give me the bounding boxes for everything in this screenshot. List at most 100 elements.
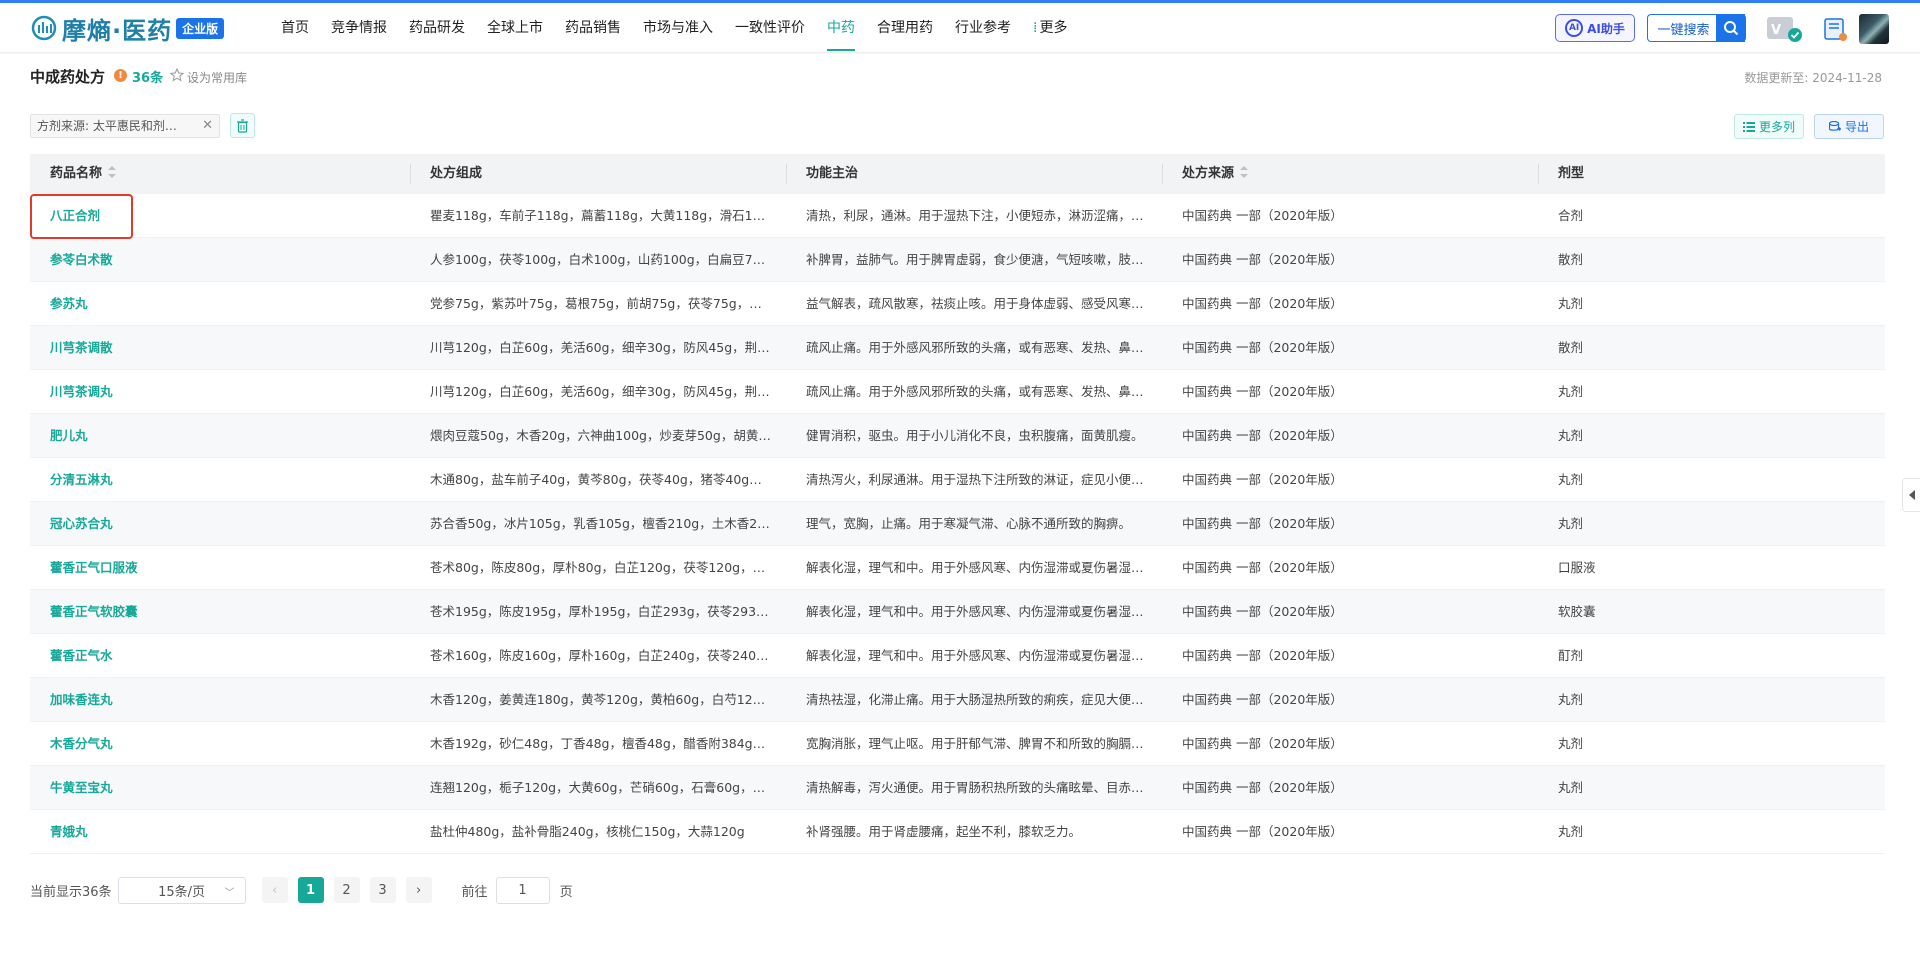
- composition-cell: 苍术195g，陈皮195g，厚朴195g，白芷293g，茯苓293g，大腹皮29…: [430, 604, 786, 619]
- nav-item[interactable]: 行业参考: [944, 3, 1022, 53]
- composition-cell: 连翘120g，栀子120g，大黄60g，芒硝60g，石膏60g，青蒿60g: [430, 780, 786, 795]
- drug-name-link[interactable]: 加味香连丸: [30, 678, 410, 722]
- close-icon[interactable]: ✕: [202, 115, 213, 137]
- next-page-button[interactable]: ›: [405, 877, 432, 903]
- table-row: 冠心苏合丸 苏合香50g，冰片105g，乳香105g，檀香210g，土木香210g…: [30, 502, 1885, 546]
- source-cell: 中国药典 一部（2020年版）: [1182, 824, 1343, 839]
- goto-label: 前往: [461, 884, 488, 900]
- function-cell: 解表化湿，理气和中。用于外感风寒、内伤湿滞或夏伤暑湿所致的感冒。: [806, 648, 1162, 663]
- dosage-form-cell: 酊剂: [1558, 648, 1584, 663]
- info-icon[interactable]: !: [114, 69, 127, 82]
- drug-name-link[interactable]: 川芎茶调散: [30, 326, 410, 370]
- goto-suffix: 页: [559, 884, 573, 900]
- nav-item[interactable]: 药品研发: [398, 3, 476, 53]
- drug-name-link[interactable]: 牛黄至宝丸: [30, 766, 410, 810]
- clear-filters-button[interactable]: [230, 113, 255, 138]
- composition-cell: 川芎120g，白芷60g，羌活60g，细辛30g，防风45g，荆芥120g: [430, 384, 786, 399]
- drug-name-link[interactable]: 藿香正气软胶囊: [30, 590, 410, 634]
- drug-name-link[interactable]: 参苏丸: [30, 282, 410, 326]
- drug-name-link[interactable]: 藿香正气口服液: [30, 546, 410, 590]
- nav-item[interactable]: 合理用药: [866, 3, 944, 53]
- drug-name-link[interactable]: 肥儿丸: [30, 414, 410, 458]
- side-panel-toggle[interactable]: [1902, 478, 1920, 512]
- drug-name-link[interactable]: 八正合剂: [30, 194, 410, 238]
- table-body: 八正合剂 瞿麦118g，车前子118g，萹蓄118g，大黄118g，滑石118g，…: [30, 194, 1885, 854]
- page-number-button[interactable]: 2: [333, 877, 360, 903]
- logo-icon: [31, 15, 57, 41]
- composition-cell: 人参100g，茯苓100g，白术100g，山药100g，白扁豆75g，莲子50g: [430, 252, 786, 267]
- app-logo[interactable]: 摩熵·医药 企业版: [30, 12, 225, 45]
- data-update-date: 数据更新至: 2024-11-28: [1744, 71, 1882, 85]
- dosage-form-cell: 丸剂: [1558, 516, 1584, 531]
- trash-icon: [237, 118, 248, 133]
- drug-name-link[interactable]: 参苓白术散: [30, 238, 410, 282]
- source-cell: 中国药典 一部（2020年版）: [1182, 604, 1343, 619]
- drug-name-link[interactable]: 青娥丸: [30, 810, 410, 854]
- export-button[interactable]: 导出: [1814, 114, 1884, 139]
- export-label: 导出: [1844, 120, 1869, 134]
- drug-name-link[interactable]: 川芎茶调丸: [30, 370, 410, 414]
- search-icon: [1724, 21, 1739, 36]
- composition-cell: 木香192g，砂仁48g，丁香48g，檀香48g，醋香附384g，广藿香96g: [430, 736, 786, 751]
- nav-item-label: 更多: [1039, 20, 1068, 36]
- composition-cell: 煨肉豆蔻50g，木香20g，六神曲100g，炒麦芽50g，胡黄连100g: [430, 428, 786, 443]
- table-header: 药品名称 处方组成 功能主治 处方来源 剂型: [30, 154, 1885, 194]
- page-number-button[interactable]: 3: [369, 877, 396, 903]
- ai-assistant-button[interactable]: AI AI助手: [1555, 14, 1635, 42]
- nav-item[interactable]: 一致性评价: [724, 3, 816, 53]
- nav-item[interactable]: 中药: [816, 3, 866, 53]
- search-button[interactable]: [1716, 14, 1746, 42]
- function-cell: 益气解表，疏风散寒，祛痰止咳。用于身体虚弱、感受风寒所致感冒。: [806, 296, 1162, 311]
- nav-item[interactable]: ⁞ 更多: [1022, 3, 1078, 53]
- table-row: 藿香正气水 苍术160g，陈皮160g，厚朴160g，白芷240g，茯苓240g，…: [30, 634, 1885, 678]
- drug-name-link[interactable]: 木香分气丸: [30, 722, 410, 766]
- nav-item[interactable]: 首页: [270, 3, 320, 53]
- sort-icon[interactable]: [108, 166, 117, 178]
- set-common-library-link[interactable]: 设为常用库: [187, 69, 247, 86]
- nav-item[interactable]: 竞争情报: [320, 3, 398, 53]
- more-columns-button[interactable]: 更多列: [1734, 114, 1804, 139]
- source-cell: 中国药典 一部（2020年版）: [1182, 692, 1343, 707]
- source-cell: 中国药典 一部（2020年版）: [1182, 736, 1343, 751]
- nav-item[interactable]: 药品销售: [554, 3, 632, 53]
- drug-name-link[interactable]: 藿香正气水: [30, 634, 410, 678]
- prev-page-button[interactable]: ‹: [261, 877, 288, 903]
- filter-tag-label: 方剂来源: 太平惠民和剂…: [37, 119, 177, 133]
- star-icon[interactable]: [170, 68, 184, 82]
- page-size-select[interactable]: 15条/页 ﹀: [117, 876, 246, 904]
- table-row: 藿香正气口服液 苍术80g，陈皮80g，厚朴80g，白芷120g，茯苓120g，大…: [30, 546, 1885, 590]
- vip-icon[interactable]: V: [1765, 13, 1805, 45]
- function-cell: 清热祛湿，化滞止痛。用于大肠湿热所致的痢疾，症见大便脓血。: [806, 692, 1162, 707]
- page-number-button[interactable]: 1: [297, 877, 324, 903]
- drug-name-link[interactable]: 分清五淋丸: [30, 458, 410, 502]
- page-title: 中成药处方: [30, 68, 106, 86]
- composition-cell: 瞿麦118g，车前子118g，萹蓄118g，大黄118g，滑石118g，川木通1…: [430, 208, 786, 223]
- table-row: 加味香连丸 木香120g，姜黄连180g，黄芩120g，黄柏60g，白芍120g，…: [30, 678, 1885, 722]
- notebook-icon[interactable]: [1822, 16, 1848, 42]
- nav-item[interactable]: 全球上市: [476, 3, 554, 53]
- source-cell: 中国药典 一部（2020年版）: [1182, 340, 1343, 355]
- composition-cell: 木通80g，盐车前子40g，黄芩80g，茯苓40g，猪苓40g，黄柏80g: [430, 472, 786, 487]
- goto-page-input[interactable]: [495, 876, 550, 904]
- source-cell: 中国药典 一部（2020年版）: [1182, 560, 1343, 575]
- column-header-drug-name[interactable]: 药品名称: [30, 154, 410, 194]
- filter-tag-source[interactable]: 方剂来源: 太平惠民和剂… ✕: [30, 114, 220, 138]
- nav-item[interactable]: 市场与准入: [632, 3, 724, 53]
- column-header-source[interactable]: 处方来源: [1162, 154, 1538, 194]
- logo-text: 摩熵·医药: [62, 16, 173, 45]
- dosage-form-cell: 丸剂: [1558, 296, 1584, 311]
- user-avatar[interactable]: [1859, 14, 1889, 44]
- source-cell: 中国药典 一部（2020年版）: [1182, 208, 1343, 223]
- more-columns-label: 更多列: [1758, 120, 1795, 134]
- table-row: 参苓白术散 人参100g，茯苓100g，白术100g，山药100g，白扁豆75g，…: [30, 238, 1885, 282]
- table-row: 川芎茶调丸 川芎120g，白芷60g，羌活60g，细辛30g，防风45g，荆芥12…: [30, 370, 1885, 414]
- dosage-form-cell: 散剂: [1558, 340, 1584, 355]
- function-cell: 理气，宽胸，止痛。用于寒凝气滞、心脉不通所致的胸痹。: [806, 516, 1132, 531]
- result-count: 36条: [132, 71, 164, 86]
- drug-name-link[interactable]: 冠心苏合丸: [30, 502, 410, 546]
- sort-icon[interactable]: [1240, 166, 1249, 178]
- composition-cell: 盐杜仲480g，盐补骨脂240g，核桃仁150g，大蒜120g: [430, 824, 745, 839]
- nav-item-label: 市场与准入: [643, 20, 713, 36]
- function-cell: 解表化湿，理气和中。用于外感风寒、内伤湿滞或夏伤暑湿所致的感冒。: [806, 604, 1162, 619]
- composition-cell: 苍术160g，陈皮160g，厚朴160g，白芷240g，茯苓240g，大腹皮24…: [430, 648, 786, 663]
